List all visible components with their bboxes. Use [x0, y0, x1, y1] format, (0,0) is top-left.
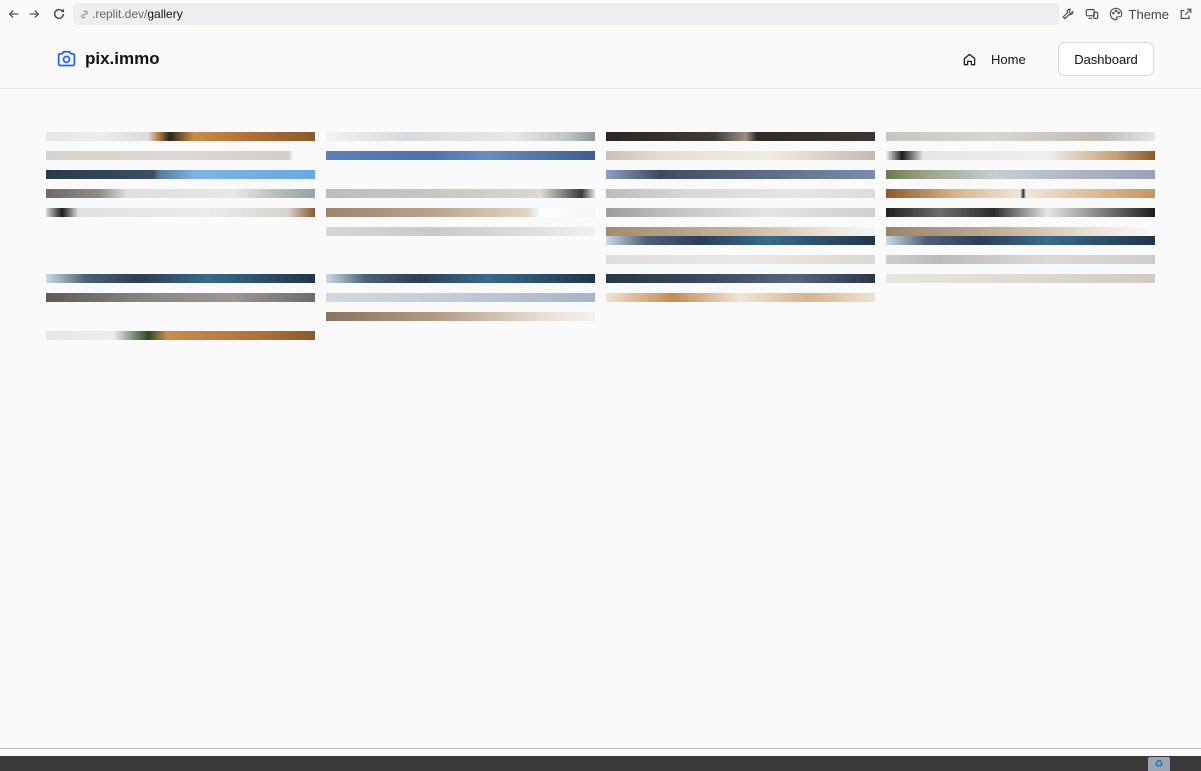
nav-home-link[interactable]: Home: [962, 48, 1026, 70]
photo-strip: [326, 274, 595, 283]
link-icon: [81, 10, 88, 18]
gallery-item[interactable]: [886, 132, 1155, 236]
gallery-item[interactable]: [606, 132, 875, 236]
brand-logo-link[interactable]: pix.immo: [56, 48, 160, 69]
photo-strip: [606, 151, 875, 160]
photo-strip: [886, 132, 1155, 141]
dashboard-button[interactable]: Dashboard: [1058, 42, 1154, 76]
photo-strip: [886, 170, 1155, 179]
photo-strip: [606, 293, 875, 302]
gallery-item[interactable]: [46, 255, 315, 340]
photo-strip: [886, 151, 1155, 160]
divider: [0, 748, 1201, 749]
photo-strip: [46, 312, 315, 321]
photo-strip: [326, 132, 595, 141]
gallery-grid: [46, 132, 1155, 340]
gallery-item[interactable]: [326, 255, 595, 340]
photo-strip: [606, 170, 875, 179]
photo-strip: [886, 274, 1155, 283]
photo-strip: [326, 255, 595, 264]
photo-strip: [46, 331, 315, 340]
photo-strip: [886, 236, 1155, 245]
arrow-left-icon: [8, 10, 19, 18]
devices-icon[interactable]: [1085, 7, 1099, 21]
os-taskbar: [0, 756, 1201, 771]
photo-strip: [886, 227, 1155, 236]
gallery-item[interactable]: [326, 132, 595, 236]
photo-strip: [46, 208, 315, 217]
photo-strip: [606, 227, 875, 236]
app-header: pix.immo Home Dashboard: [0, 29, 1201, 89]
reload-button[interactable]: [46, 1, 72, 27]
photo-strip: [326, 312, 595, 321]
browser-actions: Theme: [1061, 4, 1193, 24]
palette-icon: [1109, 7, 1122, 21]
photo-strip: [606, 274, 875, 283]
photo-strip: [46, 255, 315, 264]
gallery-item[interactable]: [606, 236, 875, 340]
photo-strip: [606, 208, 875, 217]
gallery-item[interactable]: [886, 236, 1155, 340]
photo-strip: [46, 170, 315, 179]
address-bar[interactable]: .replit.dev/gallery: [73, 3, 1059, 25]
photo-strip: [606, 236, 875, 245]
photo-strip: [606, 132, 875, 141]
external-link-icon[interactable]: [1179, 7, 1193, 21]
photo-strip: [46, 189, 315, 198]
photo-strip: [326, 293, 595, 302]
photo-strip: [46, 151, 315, 160]
photo-strip: [606, 189, 875, 198]
gallery-item[interactable]: [46, 132, 315, 236]
arrow-right-icon: [29, 10, 40, 18]
forward-button[interactable]: [21, 1, 47, 27]
photo-strip: [886, 208, 1155, 217]
photo-strip: [46, 132, 315, 141]
photo-strip: [46, 293, 315, 302]
url-path: gallery: [147, 7, 183, 21]
reload-icon: [53, 8, 65, 20]
nav-home-label: Home: [991, 51, 1026, 67]
camera-icon: [57, 50, 76, 67]
photo-strip: [326, 151, 595, 160]
photo-strip: [886, 189, 1155, 198]
photo-strip: [886, 255, 1155, 264]
home-icon: [963, 53, 976, 65]
photo-strip: [326, 227, 595, 236]
photo-strip: [46, 274, 315, 283]
photo-strip: [326, 170, 595, 179]
recycle-bin-icon[interactable]: ♻: [1148, 757, 1170, 771]
browser-toolbar: .replit.dev/gallery Theme: [0, 0, 1201, 29]
url-host: .replit.dev/: [92, 7, 148, 21]
photo-strip: [606, 255, 875, 264]
theme-label: Theme: [1128, 6, 1169, 22]
theme-button[interactable]: Theme: [1109, 7, 1169, 22]
photo-strip: [326, 208, 595, 217]
photo-strip: [326, 189, 595, 198]
brand-name: pix.immo: [85, 48, 160, 68]
wrench-icon[interactable]: [1061, 7, 1075, 21]
